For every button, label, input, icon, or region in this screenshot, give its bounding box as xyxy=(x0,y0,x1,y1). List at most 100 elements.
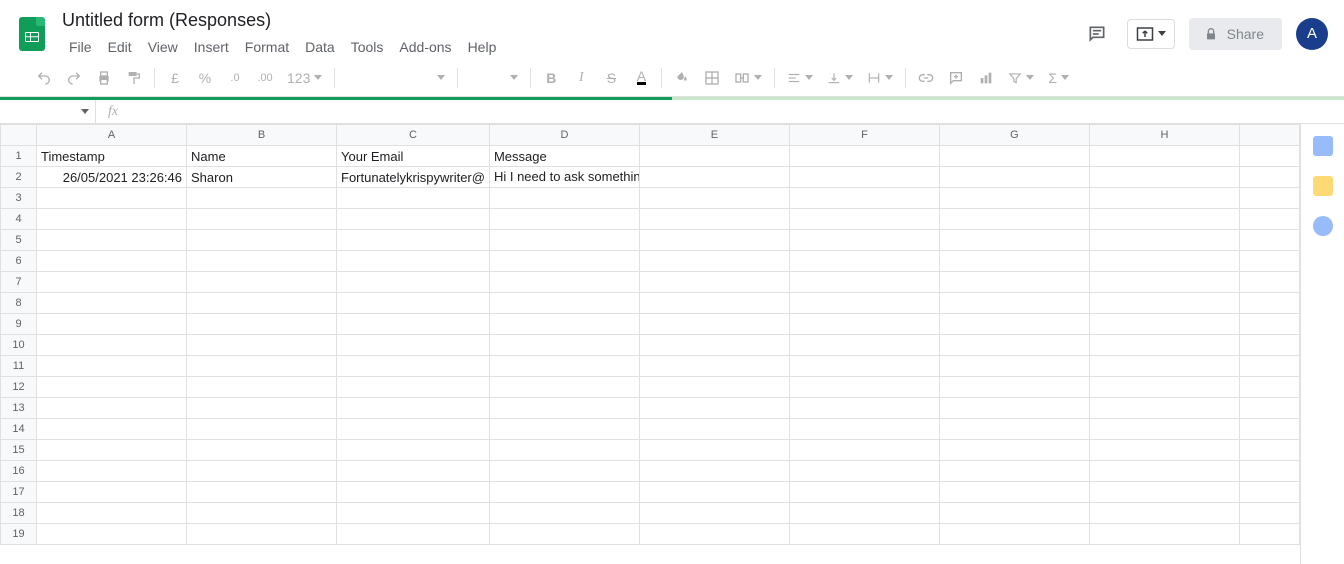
cell-A18[interactable] xyxy=(37,503,187,524)
cell-H7[interactable] xyxy=(1089,272,1239,293)
cell-E19[interactable] xyxy=(639,524,789,545)
row-header-17[interactable]: 17 xyxy=(1,482,37,503)
cell-F10[interactable] xyxy=(789,335,939,356)
cell-H3[interactable] xyxy=(1089,188,1239,209)
cell-D18[interactable] xyxy=(489,503,639,524)
cell-H13[interactable] xyxy=(1089,398,1239,419)
row-header-11[interactable]: 11 xyxy=(1,356,37,377)
row-header-3[interactable]: 3 xyxy=(1,188,37,209)
cell-E6[interactable] xyxy=(639,251,789,272)
cell-E16[interactable] xyxy=(639,461,789,482)
share-button[interactable]: Share xyxy=(1189,18,1282,50)
strikethrough-button[interactable]: S xyxy=(597,65,625,91)
name-box[interactable] xyxy=(0,100,96,123)
cell-F15[interactable] xyxy=(789,440,939,461)
cell-H1[interactable] xyxy=(1089,146,1239,167)
cell-D17[interactable] xyxy=(489,482,639,503)
menu-insert[interactable]: Insert xyxy=(187,35,236,59)
cell-C13[interactable] xyxy=(337,398,490,419)
cell-G10[interactable] xyxy=(939,335,1089,356)
cell-G2[interactable] xyxy=(939,167,1089,188)
cell-H18[interactable] xyxy=(1089,503,1239,524)
cell-I1[interactable] xyxy=(1239,146,1299,167)
cell-B1[interactable]: Name xyxy=(187,146,337,167)
text-wrap-button[interactable] xyxy=(861,65,899,91)
spreadsheet-grid[interactable]: A B C D E F G H 1TimestampNameYour Email… xyxy=(0,124,1300,564)
currency-button[interactable]: £ xyxy=(161,65,189,91)
cell-H16[interactable] xyxy=(1089,461,1239,482)
cell-A17[interactable] xyxy=(37,482,187,503)
cell-F9[interactable] xyxy=(789,314,939,335)
cell-G9[interactable] xyxy=(939,314,1089,335)
cell-C14[interactable] xyxy=(337,419,490,440)
cell-D12[interactable] xyxy=(489,377,639,398)
cell-E4[interactable] xyxy=(639,209,789,230)
cell-F19[interactable] xyxy=(789,524,939,545)
cell-B10[interactable] xyxy=(187,335,337,356)
cell-H19[interactable] xyxy=(1089,524,1239,545)
cell-C4[interactable] xyxy=(337,209,490,230)
cell-A4[interactable] xyxy=(37,209,187,230)
col-header-F[interactable]: F xyxy=(789,125,939,146)
cell-I7[interactable] xyxy=(1239,272,1299,293)
cell-G15[interactable] xyxy=(939,440,1089,461)
cell-G19[interactable] xyxy=(939,524,1089,545)
menu-file[interactable]: File xyxy=(62,35,99,59)
cell-H5[interactable] xyxy=(1089,230,1239,251)
col-header-I[interactable] xyxy=(1239,125,1299,146)
cell-B7[interactable] xyxy=(187,272,337,293)
text-color-button[interactable]: A xyxy=(627,65,655,91)
cell-A5[interactable] xyxy=(37,230,187,251)
cell-I13[interactable] xyxy=(1239,398,1299,419)
col-header-B[interactable]: B xyxy=(187,125,337,146)
cell-B2[interactable]: Sharon xyxy=(187,167,337,188)
cell-G16[interactable] xyxy=(939,461,1089,482)
cell-F1[interactable] xyxy=(789,146,939,167)
col-header-C[interactable]: C xyxy=(337,125,490,146)
cell-B6[interactable] xyxy=(187,251,337,272)
row-header-9[interactable]: 9 xyxy=(1,314,37,335)
cell-I12[interactable] xyxy=(1239,377,1299,398)
print-button[interactable] xyxy=(90,65,118,91)
cell-D9[interactable] xyxy=(489,314,639,335)
cell-G1[interactable] xyxy=(939,146,1089,167)
row-header-18[interactable]: 18 xyxy=(1,503,37,524)
cell-F18[interactable] xyxy=(789,503,939,524)
cell-D7[interactable] xyxy=(489,272,639,293)
col-header-H[interactable]: H xyxy=(1089,125,1239,146)
row-header-7[interactable]: 7 xyxy=(1,272,37,293)
cell-I17[interactable] xyxy=(1239,482,1299,503)
decrease-decimal-button[interactable]: .0 xyxy=(221,65,249,91)
row-header-2[interactable]: 2 xyxy=(1,167,37,188)
borders-button[interactable] xyxy=(698,65,726,91)
cell-F4[interactable] xyxy=(789,209,939,230)
cell-H17[interactable] xyxy=(1089,482,1239,503)
paint-format-button[interactable] xyxy=(120,65,148,91)
increase-decimal-button[interactable]: .00 xyxy=(251,65,279,91)
fill-color-button[interactable] xyxy=(668,65,696,91)
cell-C10[interactable] xyxy=(337,335,490,356)
cell-A11[interactable] xyxy=(37,356,187,377)
insert-chart-button[interactable] xyxy=(972,65,1000,91)
cell-E15[interactable] xyxy=(639,440,789,461)
cell-I9[interactable] xyxy=(1239,314,1299,335)
cell-I14[interactable] xyxy=(1239,419,1299,440)
menu-tools[interactable]: Tools xyxy=(344,35,391,59)
menu-format[interactable]: Format xyxy=(238,35,296,59)
cell-G7[interactable] xyxy=(939,272,1089,293)
account-avatar[interactable]: A xyxy=(1296,18,1328,50)
cell-G17[interactable] xyxy=(939,482,1089,503)
cell-C19[interactable] xyxy=(337,524,490,545)
app-logo[interactable] xyxy=(12,14,52,54)
cell-D19[interactable] xyxy=(489,524,639,545)
cell-H14[interactable] xyxy=(1089,419,1239,440)
cell-C9[interactable] xyxy=(337,314,490,335)
cell-I5[interactable] xyxy=(1239,230,1299,251)
cell-E17[interactable] xyxy=(639,482,789,503)
select-all-corner[interactable] xyxy=(1,125,37,146)
cell-F14[interactable] xyxy=(789,419,939,440)
cell-D5[interactable] xyxy=(489,230,639,251)
menu-addons[interactable]: Add-ons xyxy=(392,35,458,59)
calendar-icon[interactable] xyxy=(1313,136,1333,156)
cell-G11[interactable] xyxy=(939,356,1089,377)
